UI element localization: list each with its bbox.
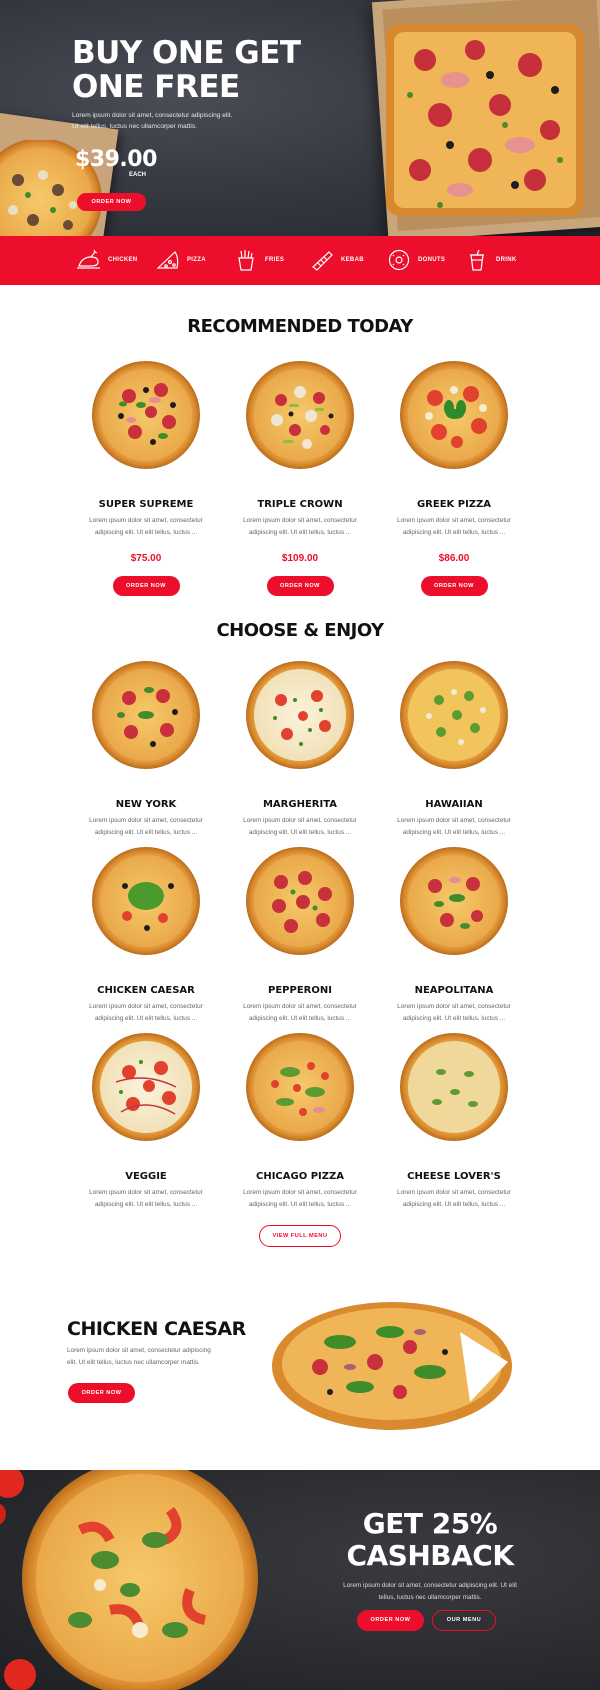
- order-now-button[interactable]: ORDER NOW: [266, 576, 334, 596]
- product-description: Lorem ipsum dolor sit amet, consectetur a…: [397, 517, 511, 536]
- kebab-icon: [312, 251, 333, 271]
- menu-item: HAWAIIAN Lorem ipsum dolor sit amet, con…: [374, 660, 534, 839]
- recommended-item: TRIPLE CROWN Lorem ipsum dolor sit amet,…: [220, 360, 380, 596]
- recommended-title: RECOMMENDED TODAY: [187, 316, 413, 337]
- view-full-menu-button[interactable]: VIEW FULL MENU: [259, 1225, 341, 1247]
- menu-item: MARGHERITA Lorem ipsum dolor sit amet, c…: [220, 660, 380, 839]
- feature-order-now-button[interactable]: ORDER NOW: [68, 1383, 135, 1403]
- product-name: HAWAIIAN: [425, 799, 483, 810]
- product-price: $86.00: [438, 553, 470, 564]
- pizza-image: [92, 361, 200, 469]
- product-description: Lorem ipsum dolor sit amet, consectetur a…: [89, 817, 203, 836]
- product-description: Lorem ipsum dolor sit amet, consectetur a…: [89, 1003, 203, 1022]
- menu-item: NEW YORK Lorem ipsum dolor sit amet, con…: [66, 660, 226, 839]
- feature-pizza-image: [272, 1302, 512, 1430]
- product-name: TRIPLE CROWN: [257, 499, 343, 510]
- order-now-button[interactable]: ORDER NOW: [420, 576, 488, 596]
- product-description: Lorem ipsum dolor sit amet, consectetur a…: [243, 517, 357, 536]
- pizza-image: [92, 847, 200, 955]
- pizza-image: [400, 1033, 508, 1141]
- fries-icon: [238, 250, 254, 271]
- pizza-image: [246, 661, 354, 769]
- menu-item: VEGGIE Lorem ipsum dolor sit amet, conse…: [66, 1032, 226, 1211]
- category-label: KEBAB: [341, 257, 364, 263]
- hero-price: $39.00: [75, 147, 157, 172]
- category-label: DONUTS: [418, 257, 446, 263]
- product-description: Lorem ipsum dolor sit amet, consectetur a…: [397, 1189, 511, 1208]
- feature-title: CHICKEN CAESAR: [67, 1318, 246, 1340]
- pizza-image: [246, 361, 354, 469]
- pizza-icon: [156, 251, 179, 269]
- product-name: NEW YORK: [115, 799, 177, 810]
- product-price: $109.00: [281, 553, 319, 564]
- product-name: VEGGIE: [125, 1171, 167, 1182]
- category-fries[interactable]: FRIES: [233, 249, 284, 271]
- cashback-order-now-button[interactable]: ORDER NOW: [357, 1610, 424, 1631]
- product-name: SUPER SUPREME: [98, 499, 194, 510]
- product-description: Lorem ipsum dolor sit amet, consectetur a…: [89, 517, 203, 536]
- category-label: FRIES: [265, 257, 285, 263]
- donut-icon: [388, 249, 410, 271]
- hero-description: Lorem ipsum dolor sit amet, consectetur …: [72, 112, 233, 130]
- product-description: Lorem ipsum dolor sit amet, consectetur a…: [243, 1189, 357, 1208]
- menu-item: NEAPOLITANA Lorem ipsum dolor sit amet, …: [374, 846, 534, 1025]
- product-description: Lorem ipsum dolor sit amet, consectetur a…: [243, 1003, 357, 1022]
- menu-item: PEPPERONI Lorem ipsum dolor sit amet, co…: [220, 846, 380, 1025]
- hero-pizza-image-right: [386, 24, 584, 216]
- product-name: CHICAGO PIZZA: [256, 1171, 344, 1182]
- category-kebab[interactable]: KEBAB: [309, 249, 364, 271]
- cashback-title: GET 25% CASHBACK: [346, 1507, 514, 1572]
- cashback-banner: GET 25% CASHBACK Lorem ipsum dolor sit am…: [0, 1470, 600, 1690]
- menu-item: CHICKEN CAESAR Lorem ipsum dolor sit ame…: [66, 846, 226, 1025]
- cashback-description: Lorem ipsum dolor sit amet, consectetur …: [343, 1582, 517, 1601]
- product-name: GREEK PIZZA: [416, 499, 492, 510]
- feature-description: Lorem ipsum dolor sit amet, consectetur …: [67, 1347, 211, 1366]
- hero-title-line2: ONE FREE: [72, 69, 240, 105]
- hero-price-unit: EACH: [129, 172, 147, 178]
- menu-title: CHOOSE & ENJOY: [216, 620, 384, 641]
- product-description: Lorem ipsum dolor sit amet, consectetur a…: [397, 1003, 511, 1022]
- product-description: Lorem ipsum dolor sit amet, consectetur a…: [89, 1189, 203, 1208]
- product-description: Lorem ipsum dolor sit amet, consectetur a…: [397, 817, 511, 836]
- product-name: CHICKEN CAESAR: [97, 985, 195, 996]
- product-name: PEPPERONI: [268, 985, 332, 996]
- order-now-button[interactable]: ORDER NOW: [112, 576, 180, 596]
- pizza-image: [92, 661, 200, 769]
- pizza-image: [246, 1033, 354, 1141]
- product-name: CHEESE LOVER'S: [407, 1171, 501, 1182]
- category-drink[interactable]: DRINK: [464, 249, 517, 271]
- pizza-image: [92, 1033, 200, 1141]
- cashback-pizza-image: [0, 1470, 258, 1690]
- product-description: Lorem ipsum dolor sit amet, consectetur a…: [243, 817, 357, 836]
- category-label: CHICKEN: [108, 257, 138, 263]
- product-price: $75.00: [130, 553, 162, 564]
- category-label: DRINK: [496, 257, 517, 263]
- recommended-item: SUPER SUPREME Lorem ipsum dolor sit amet…: [66, 360, 226, 596]
- hero-title: BUY ONE GET ONE FREE: [72, 36, 312, 104]
- chicken-icon: [77, 249, 100, 269]
- recommended-item: GREEK PIZZA Lorem ipsum dolor sit amet, …: [374, 360, 534, 596]
- pizza-image: [246, 847, 354, 955]
- category-label: PIZZA: [187, 257, 206, 263]
- menu-item: CHICAGO PIZZA Lorem ipsum dolor sit amet…: [220, 1032, 380, 1211]
- page: BUY ONE GET ONE FREE Lorem ipsum dolor s…: [0, 0, 600, 1690]
- category-chicken[interactable]: CHICKEN: [76, 249, 137, 271]
- product-name: NEAPOLITANA: [414, 985, 494, 996]
- category-pizza[interactable]: PIZZA: [155, 249, 206, 271]
- our-menu-button[interactable]: OUR MENU: [432, 1610, 496, 1631]
- hero-title-line1: BUY ONE GET: [72, 35, 301, 71]
- category-donuts[interactable]: DONUTS: [386, 249, 445, 271]
- category-bar: CHICKEN PIZZA FRIES KEBAB DONUTS DRINK: [0, 236, 600, 285]
- pizza-image: [400, 847, 508, 955]
- drink-icon: [470, 249, 484, 271]
- pizza-image: [400, 661, 508, 769]
- hero-order-now-button[interactable]: ORDER NOW: [77, 193, 146, 211]
- menu-item: CHEESE LOVER'S Lorem ipsum dolor sit ame…: [374, 1032, 534, 1211]
- pizza-image: [400, 361, 508, 469]
- hero-banner: BUY ONE GET ONE FREE Lorem ipsum dolor s…: [0, 0, 600, 236]
- product-name: MARGHERITA: [262, 799, 337, 810]
